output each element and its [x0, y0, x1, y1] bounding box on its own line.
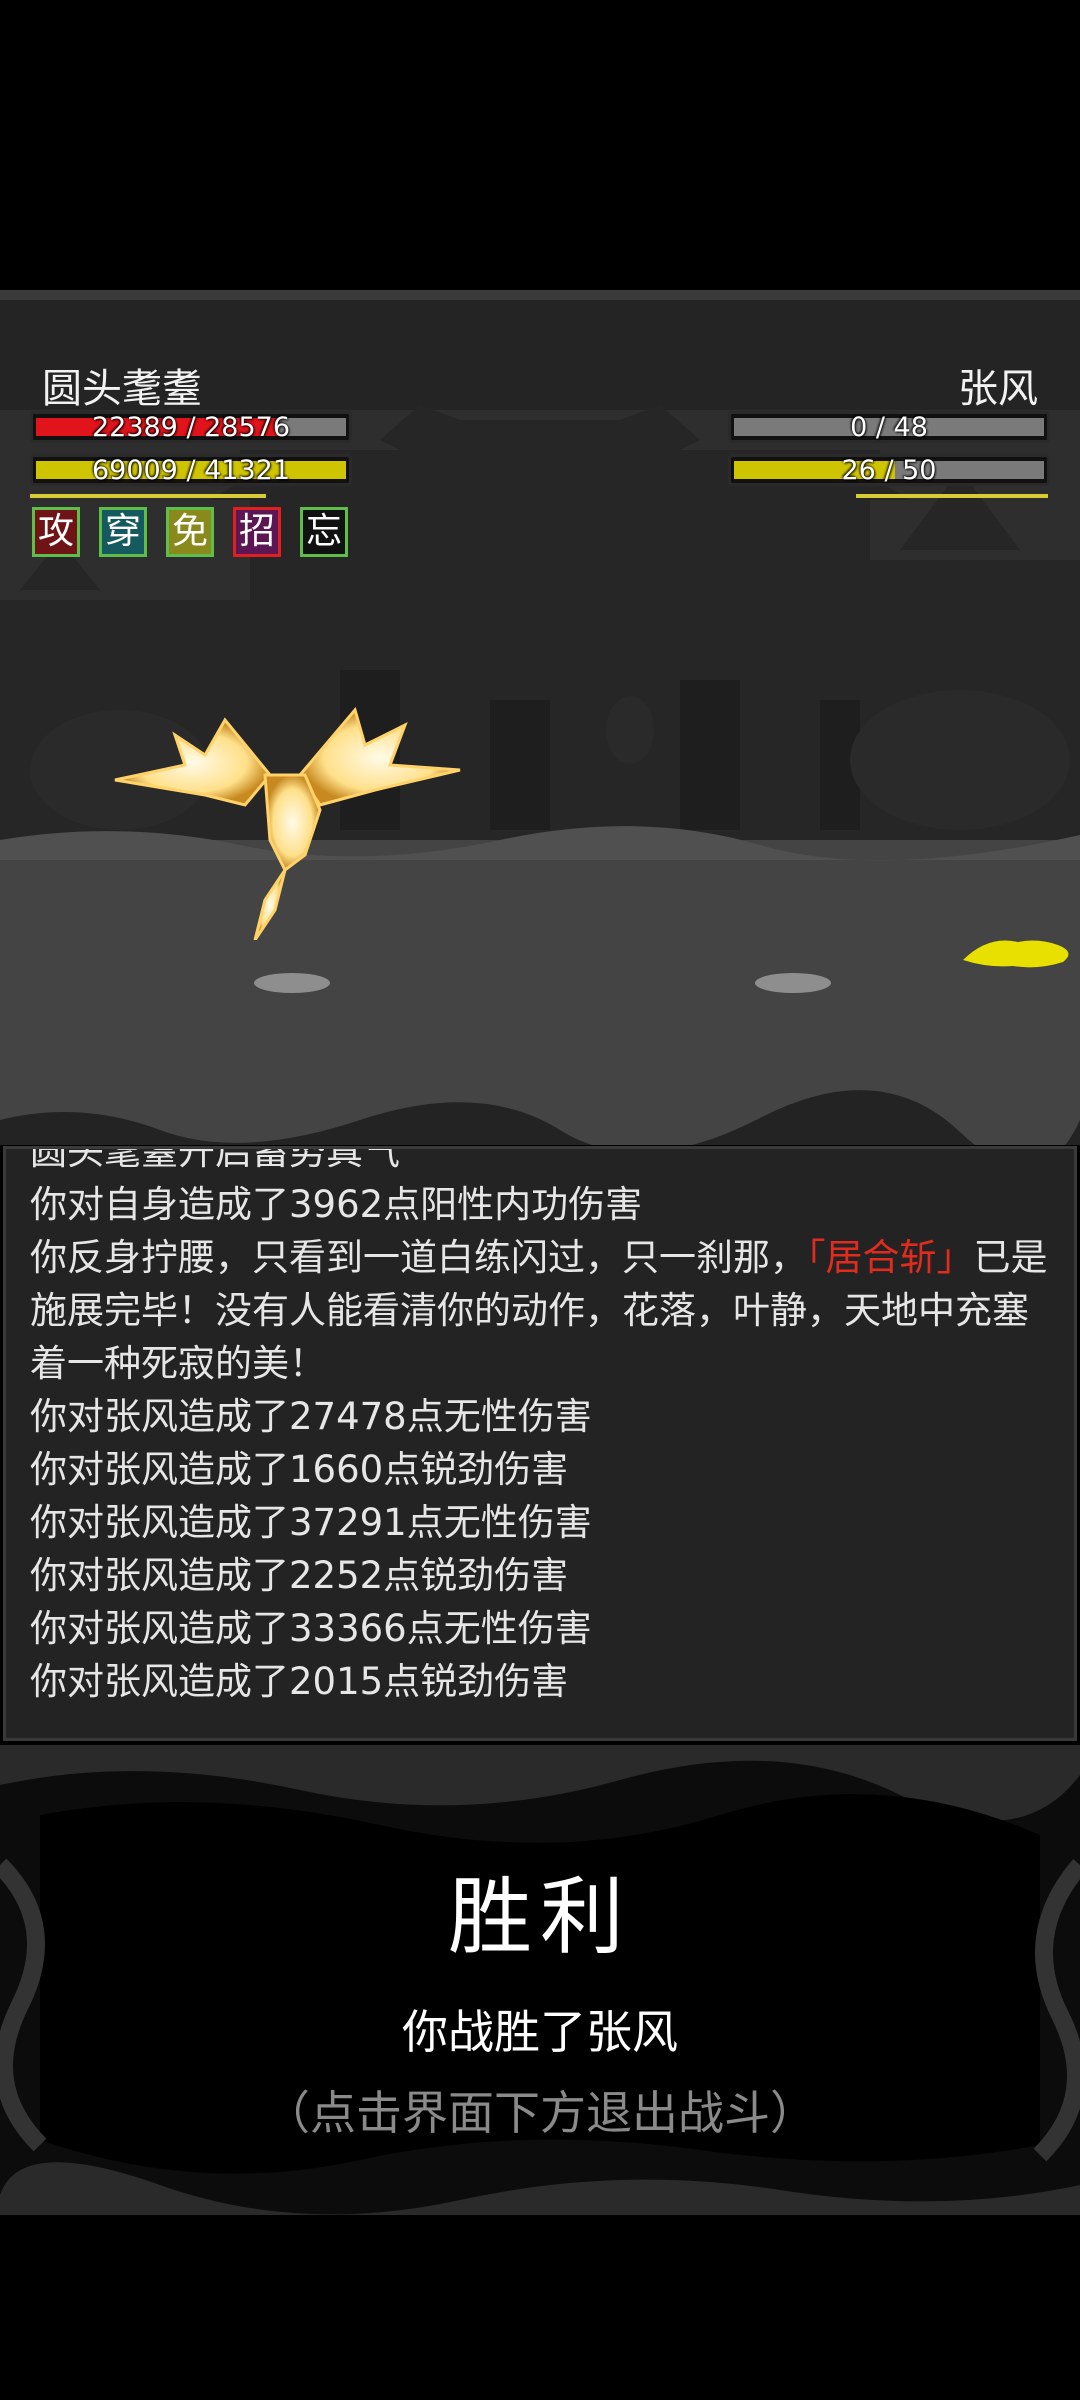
defeated-enemy-figure — [963, 940, 1069, 968]
log-skill-name: 「居合斩」 — [807, 1236, 974, 1279]
skill-attack[interactable]: 攻 — [32, 507, 80, 557]
enemy-name: 张风 — [958, 366, 1038, 412]
ink-brush-frame — [0, 1745, 1080, 2215]
player-name: 圆头耄耋 — [42, 366, 202, 412]
victory-panel[interactable] — [0, 1745, 1080, 2215]
log-line: 你对自身造成了3962点阳性内功伤害 — [30, 1183, 643, 1226]
enemy-mp-text: 26 / 50 — [841, 455, 937, 486]
player-hp-bar: 22389 / 28576 — [30, 411, 352, 443]
skill-pierce[interactable]: 穿 — [99, 507, 147, 557]
log-text: 你反身拧腰，只看到一道白练闪过，只一刹那， — [30, 1236, 807, 1279]
victory-subtitle: 你战胜了张风 — [402, 2005, 678, 2059]
player-mp-bar: 69009 / 41321 — [30, 454, 352, 486]
log-line: 你对张风造成了27478点无性伤害 — [30, 1395, 592, 1438]
log-line-skill: 你反身拧腰，只看到一道白练闪过，只一刹那，「居合斩」已是施展完毕！没有人能看清你… — [30, 1231, 1048, 1390]
skill-evade[interactable]: 免 — [166, 507, 214, 557]
top-letterbox — [0, 0, 1080, 290]
enemy-hp-text: 0 / 48 — [850, 412, 928, 443]
top-separator — [0, 290, 1080, 300]
player-hp-text: 22389 / 28576 — [91, 412, 291, 443]
victory-title: 胜利 — [447, 1868, 632, 1966]
log-line: 你对张风造成了2015点锐劲伤害 — [30, 1660, 569, 1703]
skill-move[interactable]: 招 — [233, 507, 281, 557]
log-line-cut: 圆头耄耋开启蓄势真气 — [30, 1146, 400, 1173]
enemy-stamina-line — [856, 494, 1048, 498]
battle-log[interactable]: 圆头耄耋开启蓄势真气 你对自身造成了3962点阳性内功伤害 你反身拧腰，只看到一… — [3, 1146, 1077, 1741]
log-line: 你对张风造成了37291点无性伤害 — [30, 1501, 592, 1544]
skill-forget[interactable]: 忘 — [300, 507, 348, 557]
enemy-hp-bar: 0 / 48 — [728, 411, 1050, 443]
log-line: 你对张风造成了1660点锐劲伤害 — [30, 1448, 569, 1491]
phoenix-effect — [114, 706, 461, 940]
exit-hint[interactable]: （点击界面下方退出战斗） — [0, 2077, 1080, 2143]
log-line: 你对张风造成了33366点无性伤害 — [30, 1607, 592, 1650]
player-mp-text: 69009 / 41321 — [91, 455, 291, 486]
bottom-exit-area[interactable] — [0, 2215, 1080, 2400]
log-line: 你对张风造成了2252点锐劲伤害 — [30, 1554, 569, 1597]
enemy-mp-bar: 26 / 50 — [728, 454, 1050, 486]
player-stamina-line — [30, 494, 266, 498]
